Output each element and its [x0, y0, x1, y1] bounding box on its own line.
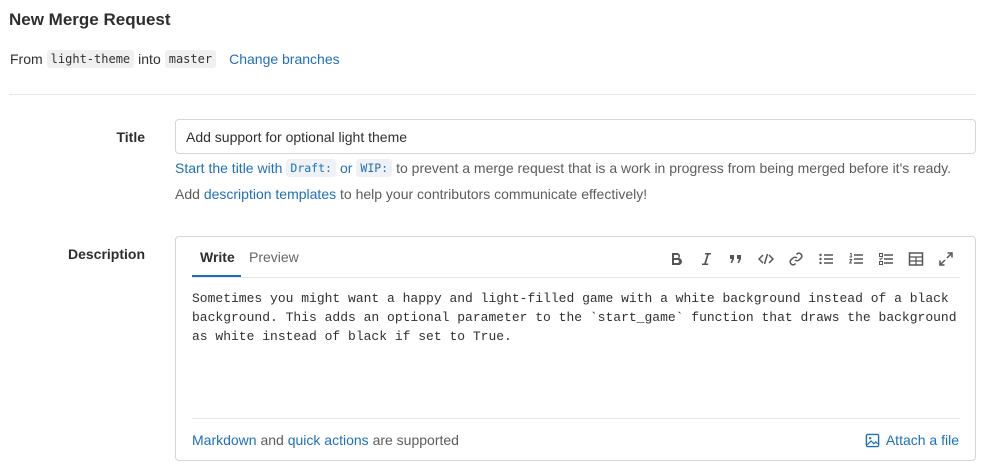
title-hint-suffix: to prevent a merge request that is a wor… — [396, 160, 952, 176]
quick-actions-link[interactable]: quick actions — [288, 432, 369, 448]
editor-footer-divider — [192, 418, 960, 419]
fullscreen-icon[interactable] — [931, 248, 961, 270]
bold-icon[interactable] — [661, 248, 691, 270]
from-label: From — [10, 51, 43, 67]
source-branch: light-theme — [46, 50, 135, 68]
wip-chip[interactable]: WIP: — [356, 159, 393, 177]
italic-icon[interactable] — [691, 248, 721, 270]
change-branches-link[interactable]: Change branches — [229, 51, 340, 67]
markdown-support-note: Markdown and quick actions are supported — [192, 432, 459, 448]
supported-text: are supported — [372, 432, 459, 448]
active-tab-indicator — [192, 275, 241, 277]
table-icon[interactable] — [901, 248, 931, 270]
attach-file-button[interactable]: Attach a file — [865, 432, 959, 448]
quote-icon[interactable] — [721, 248, 751, 270]
image-icon — [865, 433, 880, 447]
attach-file-label[interactable]: Attach a file — [886, 432, 959, 448]
code-icon[interactable] — [751, 248, 781, 270]
description-textarea[interactable]: Sometimes you might want a happy and lig… — [192, 289, 964, 409]
title-input[interactable] — [175, 119, 976, 154]
draft-chip[interactable]: Draft: — [286, 159, 336, 177]
target-branch: master — [164, 50, 217, 68]
tab-write[interactable]: Write — [200, 249, 235, 265]
into-label: into — [138, 51, 161, 67]
templates-hint-prefix: Add — [175, 186, 200, 202]
templates-hint: Add description templates to help your c… — [175, 186, 647, 202]
title-label: Title — [116, 129, 145, 145]
bullet-list-icon[interactable] — [811, 248, 841, 270]
branch-info: From light-theme into master Change bran… — [10, 50, 340, 68]
title-hint-or: or — [339, 160, 353, 176]
and-text: and — [260, 432, 284, 448]
tab-preview[interactable]: Preview — [249, 249, 299, 265]
title-hint-prefix[interactable]: Start the title with — [175, 160, 282, 176]
title-hint: Start the title with Draft: or WIP: to p… — [175, 159, 951, 177]
task-list-icon[interactable] — [871, 248, 901, 270]
markdown-link[interactable]: Markdown — [192, 432, 257, 448]
templates-hint-suffix: to help your contributors communicate ef… — [340, 186, 648, 202]
numbered-list-icon[interactable] — [841, 248, 871, 270]
page-title: New Merge Request — [9, 10, 171, 29]
description-label: Description — [67, 246, 145, 262]
description-templates-link[interactable]: description templates — [204, 186, 336, 202]
link-icon[interactable] — [781, 248, 811, 270]
markdown-toolbar — [661, 248, 961, 270]
description-editor: Write Preview Sometimes you might want a… — [175, 236, 976, 461]
header-divider — [9, 94, 976, 95]
